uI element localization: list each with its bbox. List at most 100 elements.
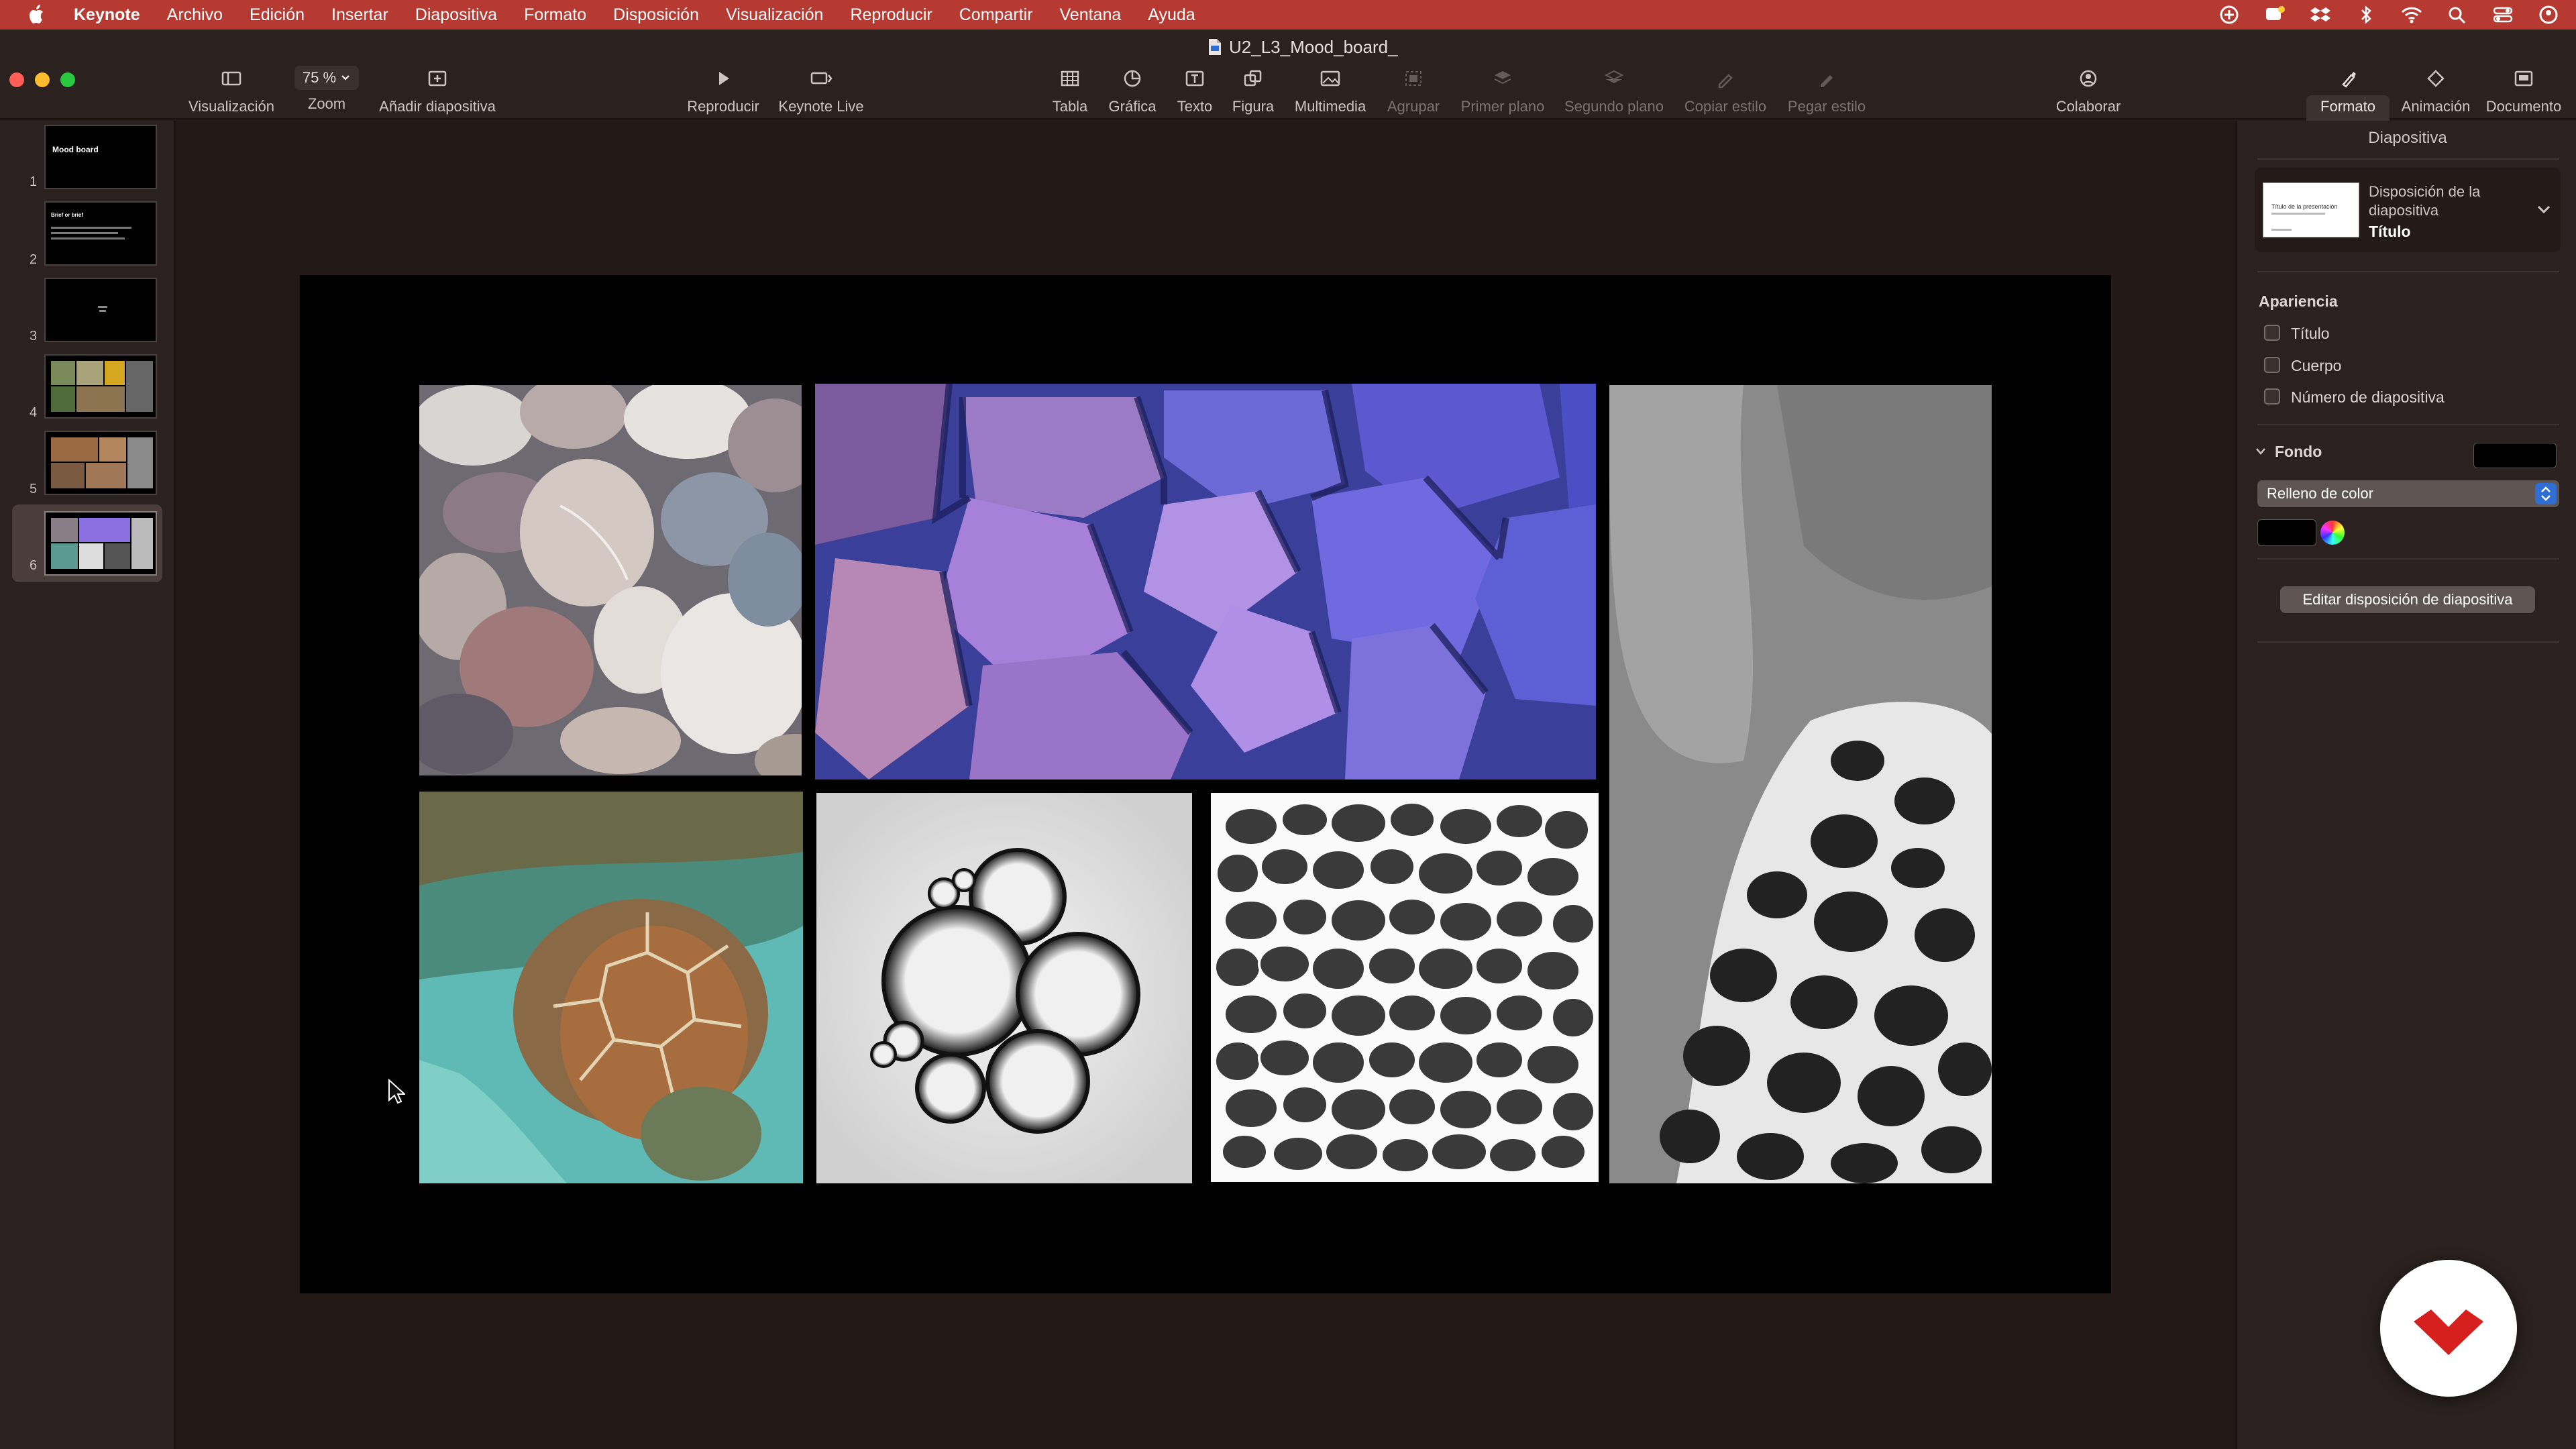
front-icon: [1494, 71, 1511, 85]
copy-style-label: Copiar estilo: [1684, 98, 1767, 115]
front-label: Primer plano: [1460, 98, 1545, 115]
format-icon: [2342, 72, 2356, 88]
slide-thumbnail-3[interactable]: [44, 278, 157, 342]
color-well[interactable]: [2257, 519, 2316, 546]
cursor-icon: [388, 1079, 405, 1104]
image-black-stones[interactable]: [1211, 793, 1599, 1182]
fullscreen-window-button[interactable]: [60, 72, 75, 87]
fill-type-select[interactable]: Relleno de color: [2257, 480, 2559, 507]
animate-icon: [2427, 70, 2445, 87]
body-checkbox[interactable]: [2264, 357, 2280, 373]
user-icon[interactable]: [2537, 5, 2560, 25]
menu-edicion[interactable]: Edición: [250, 5, 305, 25]
image-pebbles[interactable]: [419, 385, 802, 775]
slide-number-checkbox[interactable]: [2264, 388, 2280, 405]
slide-number: 5: [30, 482, 38, 496]
zoom-value: 75 %: [302, 69, 337, 86]
back-icon: [1604, 70, 1624, 83]
play-icon: [719, 72, 729, 85]
appearance-heading: Apariencia: [2259, 292, 2338, 310]
edit-layout-label: Editar disposición de diapositiva: [2302, 591, 2513, 608]
slide-layout-selector[interactable]: Título de la presentación Disposición de…: [2255, 168, 2561, 252]
disclosure-chevron-icon[interactable]: [2255, 447, 2267, 456]
chevron-down-icon[interactable]: [2536, 204, 2551, 215]
sync-icon[interactable]: [2218, 5, 2241, 25]
slide-thumbnail-1[interactable]: Mood board: [44, 125, 157, 189]
toolbar: U2_L3_Mood_board_ Visualización 75 % Zoo…: [0, 30, 2576, 126]
zoom-select[interactable]: 75 %: [294, 66, 360, 90]
collaborate-icon: [2080, 70, 2097, 87]
add-slide-label: Añadir diapositiva: [379, 98, 496, 115]
collaborate-label: Colaborar: [2055, 98, 2121, 115]
select-arrows-icon: [2535, 483, 2557, 504]
document-title-text: U2_L3_Mood_board_: [1229, 36, 1398, 57]
slide-number: 1: [30, 174, 38, 189]
fill-type-value: Relleno de color: [2267, 485, 2373, 502]
image-soap-bubbles[interactable]: [816, 793, 1192, 1183]
document-file-icon: [1209, 39, 1221, 55]
collaborate-button[interactable]: Colaborar: [2021, 68, 2155, 115]
dropbox-icon[interactable]: [2309, 5, 2332, 25]
notification-icon[interactable]: [2263, 5, 2286, 25]
menu-compartir[interactable]: Compartir: [959, 5, 1033, 25]
slide-number: 2: [30, 252, 38, 267]
group-label: Agrupar: [1387, 98, 1440, 115]
keynote-live-label: Keynote Live: [778, 98, 864, 115]
format-label: Formato: [2320, 98, 2375, 115]
close-window-button[interactable]: [9, 72, 24, 87]
menu-bar: Keynote Archivo Edición Insertar Diaposi…: [0, 0, 2576, 30]
brand-logo: [2380, 1260, 2517, 1397]
add-slide-icon: [428, 70, 447, 87]
spotlight-search-icon[interactable]: [2446, 5, 2469, 25]
color-wheel-icon[interactable]: [2320, 521, 2345, 545]
slide-1-title: Mood board: [52, 145, 99, 154]
slide-thumbnail-4[interactable]: [44, 354, 157, 419]
minimize-window-button[interactable]: [35, 72, 50, 87]
paste-style-button[interactable]: Pegar estilo: [1760, 68, 1894, 115]
layout-thumbnail: Título de la presentación: [2263, 182, 2359, 237]
slide-6-mood-board[interactable]: [300, 275, 2111, 1293]
slide-thumbnail-5[interactable]: [44, 431, 157, 495]
menu-archivo[interactable]: Archivo: [167, 5, 223, 25]
menu-ventana[interactable]: Ventana: [1060, 5, 1122, 25]
menu-disposicion[interactable]: Disposición: [613, 5, 699, 25]
edit-slide-layout-button[interactable]: Editar disposición de diapositiva: [2280, 586, 2535, 613]
document-label: Documento: [2485, 98, 2562, 115]
document-icon: [2514, 70, 2533, 87]
menu-insertar[interactable]: Insertar: [331, 5, 388, 25]
document-button[interactable]: Documento: [2457, 68, 2576, 115]
menu-app-keynote[interactable]: Keynote: [74, 5, 140, 25]
menu-ayuda[interactable]: Ayuda: [1148, 5, 1195, 25]
back-label: Segundo plano: [1564, 98, 1664, 115]
keynote-live-button[interactable]: Keynote Live: [754, 68, 888, 115]
menu-reproducir[interactable]: Reproducir: [850, 5, 932, 25]
paste-style-icon: [1821, 75, 1833, 87]
menu-formato[interactable]: Formato: [524, 5, 586, 25]
image-sea-turtle[interactable]: [419, 792, 803, 1183]
slide-thumbnail-2[interactable]: Brief or brief: [44, 201, 157, 266]
slide-number-checkbox-label: Número de diapositiva: [2291, 388, 2445, 406]
chevron-down-icon: [341, 75, 350, 80]
logo-icon: [2414, 1309, 2483, 1355]
layout-value: Título: [2369, 223, 2411, 240]
slide-thumbnail-6[interactable]: [44, 511, 157, 576]
layout-thumbnail-text: Título de la presentación: [2271, 203, 2338, 210]
inspector-title: Diapositiva: [2368, 129, 2447, 147]
background-heading: Fondo: [2275, 443, 2322, 460]
group-icon: [1405, 71, 1421, 86]
apple-icon[interactable]: [27, 4, 47, 25]
background-color-preview[interactable]: [2473, 443, 2557, 468]
image-rock-tafoni[interactable]: [1609, 385, 1992, 1183]
title-checkbox[interactable]: [2264, 325, 2280, 341]
control-center-icon[interactable]: [2491, 5, 2514, 25]
image-purple-cells[interactable]: [815, 384, 1596, 780]
menu-visualizacion[interactable]: Visualización: [726, 5, 823, 25]
shape-icon: [1244, 70, 1262, 87]
wifi-icon[interactable]: [2400, 5, 2423, 25]
copy-style-icon: [1718, 74, 1733, 89]
menu-diapositiva[interactable]: Diapositiva: [415, 5, 497, 25]
add-slide-button[interactable]: Añadir diapositiva: [370, 68, 504, 115]
layout-label: Disposición de la diapositiva: [2369, 183, 2481, 219]
title-checkbox-label: Título: [2291, 325, 2330, 342]
bluetooth-icon[interactable]: [2355, 5, 2377, 25]
